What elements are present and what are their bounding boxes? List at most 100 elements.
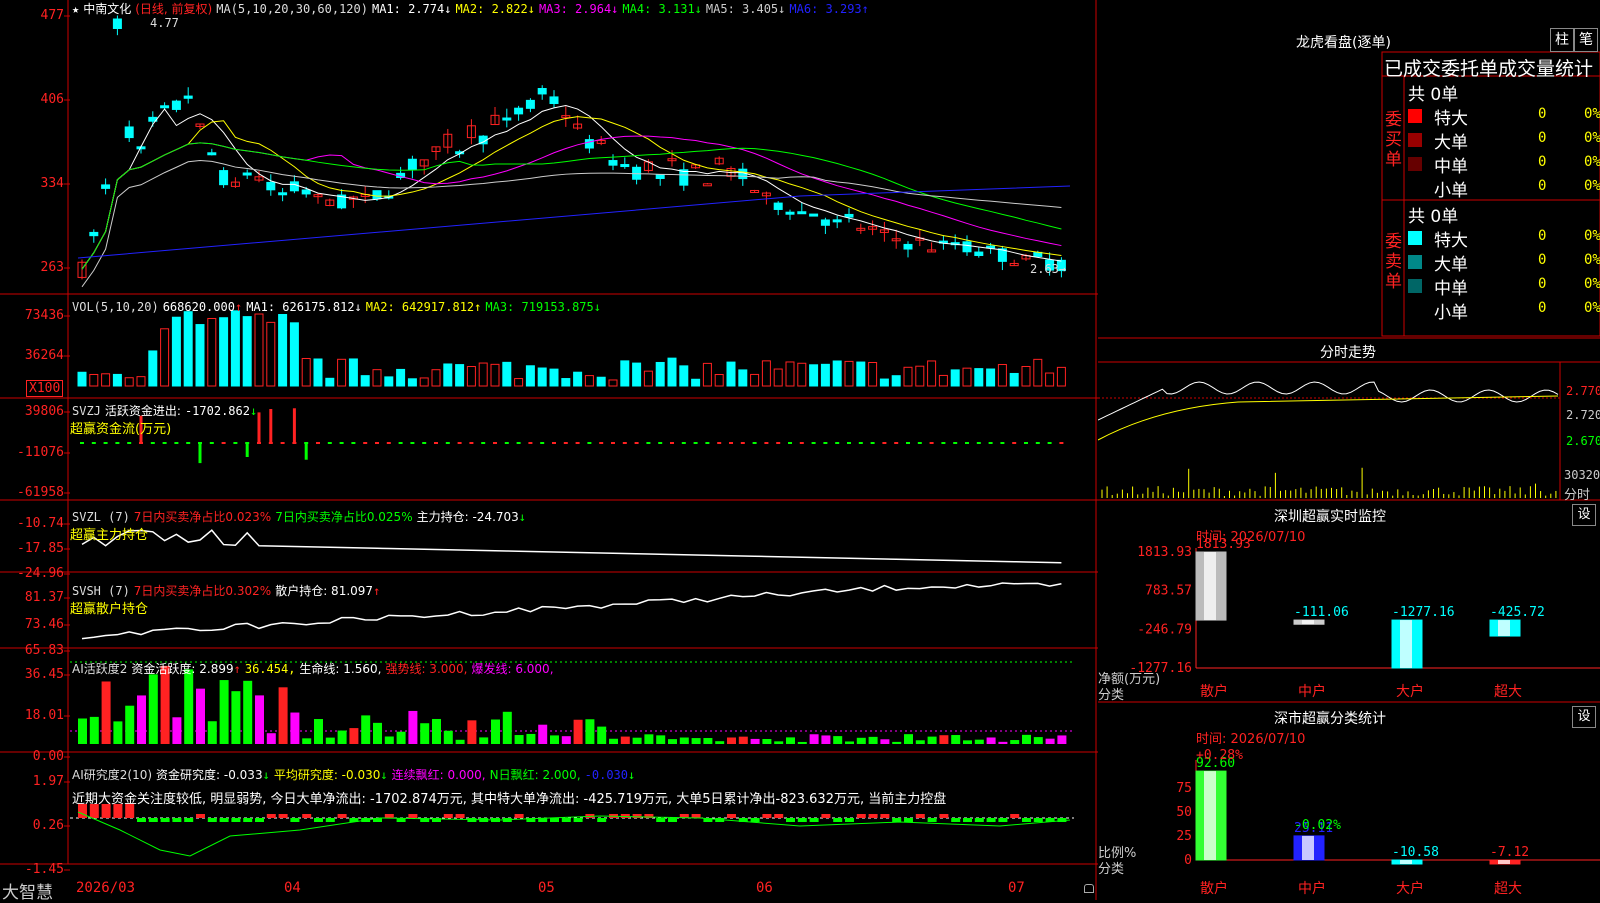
activity-bar xyxy=(314,719,323,744)
order-count: 0 xyxy=(1538,106,1547,122)
volume-bar xyxy=(443,363,453,387)
research-bar xyxy=(573,818,583,822)
candle xyxy=(266,181,276,191)
volume-bar xyxy=(278,314,288,387)
intraday-title: 分时走势 xyxy=(1320,345,1376,361)
order-count: 0 xyxy=(1538,228,1547,244)
activity-bar xyxy=(420,723,430,744)
activity-bar xyxy=(703,738,713,744)
chart-area[interactable]: ★ 中南文化 (日线, 前复权) MA(5,10,20,30,60,120) MA1: … xyxy=(0,0,1098,903)
sz-monitor-settings-button[interactable]: 设 xyxy=(1572,504,1596,526)
order-count: 0 xyxy=(1538,178,1547,194)
activity-bar xyxy=(880,739,890,744)
svsh-header: SVSH (7) 7日内买卖净占比0.302% 散户持仓: 81.097↑ xyxy=(72,582,384,599)
research-bar xyxy=(243,818,253,822)
volume-bar xyxy=(903,366,913,387)
lock-icon[interactable] xyxy=(1084,884,1094,893)
volume-bar xyxy=(738,369,748,387)
bar-mode-button[interactable]: 柱 xyxy=(1550,28,1574,52)
activity-bar xyxy=(455,739,465,744)
research-bar xyxy=(856,814,866,818)
research-bar xyxy=(561,818,571,822)
order-count: 0 xyxy=(1538,130,1547,146)
activity-bar xyxy=(762,739,772,744)
ytick: 36.45 xyxy=(24,667,64,682)
svzl-l3: 主力持仓: -24.703 xyxy=(416,510,519,524)
vol-header: VOL(5,10,20) xyxy=(72,300,159,314)
ai-research-a2: ↓ xyxy=(380,768,388,782)
volume-bar xyxy=(667,357,677,387)
volume-bar xyxy=(832,360,842,387)
ma-value-2: MA2: 2.822↓ xyxy=(455,2,535,16)
order-row: 大单 0 0% xyxy=(1408,128,1600,153)
research-bar xyxy=(951,818,961,822)
activity-bar xyxy=(349,728,359,744)
candle xyxy=(655,174,665,179)
activity-bar xyxy=(927,736,937,744)
intraday-price: 2.720 xyxy=(1566,408,1600,422)
intraday-avg-line xyxy=(1098,395,1559,441)
longhu-tab-title[interactable]: 已成交委托单成交量统计 xyxy=(1384,54,1593,81)
activity-bar xyxy=(668,739,677,744)
sz-class-settings-button[interactable]: 设 xyxy=(1572,706,1596,728)
volume-bar xyxy=(773,368,783,387)
sz-monitor-title: 深圳超赢实时监控 xyxy=(1274,509,1386,525)
candle xyxy=(549,96,559,105)
candle xyxy=(502,117,512,121)
activity-bar xyxy=(514,735,524,744)
order-row: 特大 0 0% xyxy=(1408,226,1600,251)
volume-bar xyxy=(549,368,559,387)
candle xyxy=(702,183,712,187)
candle xyxy=(537,88,547,95)
activity-bar xyxy=(432,718,441,744)
research-bar xyxy=(337,814,347,818)
volume-bar xyxy=(915,365,925,387)
research-bar xyxy=(821,814,831,818)
vol-ma-value-2: MA2: 642917.812↑ xyxy=(365,300,482,314)
sz-monitor-xlabel: 分类 xyxy=(1098,688,1125,703)
order-pct: 0% xyxy=(1584,130,1600,146)
activity-bar xyxy=(939,735,949,744)
volume-bar xyxy=(655,361,665,387)
order-pct: 0% xyxy=(1584,300,1600,316)
order-pct: 0% xyxy=(1584,252,1600,268)
research-bar xyxy=(762,814,772,818)
intraday-price: 2.770 xyxy=(1566,384,1600,398)
volume-bar xyxy=(997,364,1007,387)
research-bar xyxy=(774,814,784,818)
ai-research-l3: 连续飘红: 0.000, xyxy=(391,768,486,782)
research-bar xyxy=(786,818,795,822)
research-bar xyxy=(668,818,677,822)
main-panel-header: ★ 中南文化 (日线, 前复权) MA(5,10,20,30,60,120) MA1: … xyxy=(72,0,877,17)
volume-bar xyxy=(632,362,642,387)
ai-research-a1: ↓ xyxy=(262,768,270,782)
ytick: -61958 xyxy=(17,485,64,500)
pen-mode-button[interactable]: 笔 xyxy=(1574,28,1598,52)
volume-bar xyxy=(702,362,712,387)
activity-bar xyxy=(868,736,878,744)
order-count: 0 xyxy=(1538,154,1547,170)
x-label: 04 xyxy=(284,880,301,896)
vol-panel-header: VOL(5,10,20) 668620.000↑ MA1: 626175.812↓ M… xyxy=(72,300,609,314)
candle xyxy=(974,251,984,256)
order-type-label: 大单 xyxy=(1434,133,1468,153)
volume-bar xyxy=(820,363,830,387)
research-bar xyxy=(314,818,323,822)
activity-bar xyxy=(337,730,347,744)
research-bar xyxy=(160,818,170,822)
activity-bar xyxy=(644,734,654,744)
research-bar xyxy=(1022,818,1031,822)
activity-bar xyxy=(904,734,913,744)
research-bar xyxy=(266,814,276,818)
candle xyxy=(608,160,618,166)
activity-bar xyxy=(845,741,854,744)
candle xyxy=(797,211,807,215)
sell-rows: 特大 0 0% 大单 0 0% 中单 0 0% 小单 0 0% xyxy=(1408,226,1600,323)
research-bar xyxy=(219,818,229,822)
svzj-header: SVZJ 活跃资金进出: -1702.862↓ xyxy=(72,402,261,419)
candle xyxy=(160,105,170,109)
activity-bar xyxy=(892,741,902,744)
volume-bar xyxy=(289,322,299,387)
research-bar xyxy=(408,814,418,818)
activity-bar xyxy=(125,705,135,744)
